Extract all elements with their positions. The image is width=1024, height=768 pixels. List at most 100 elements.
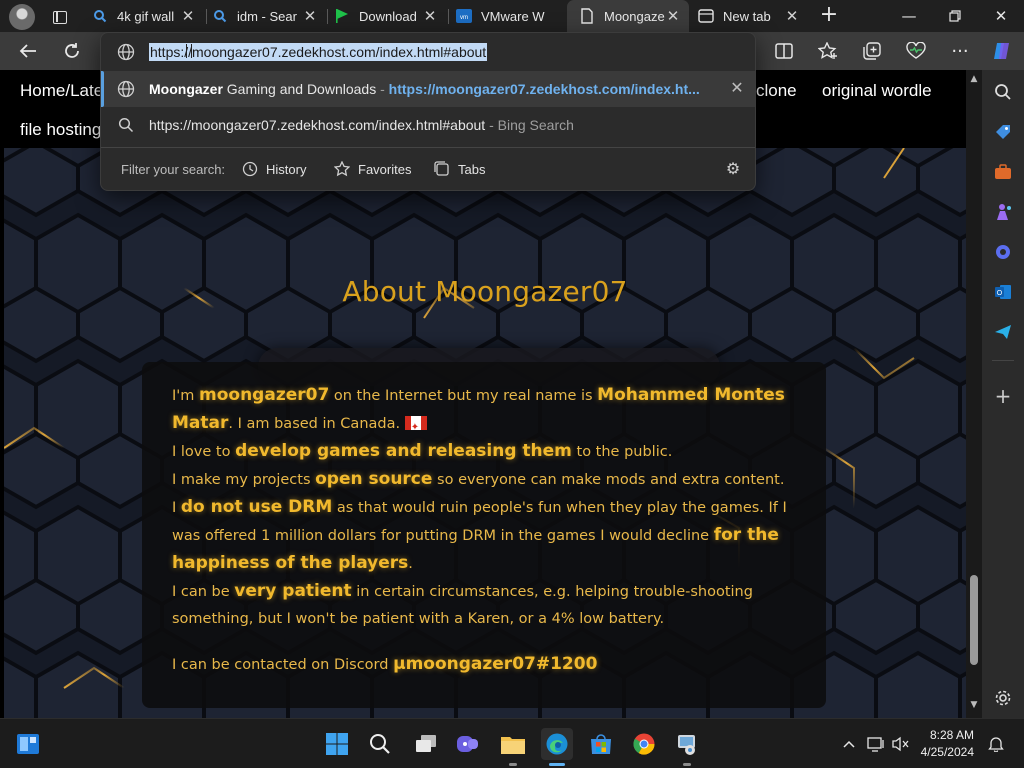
add-sidebar-app-icon[interactable]: + [991, 384, 1015, 408]
microsoft-store-icon[interactable] [585, 728, 617, 760]
tabs-icon [433, 160, 451, 178]
windows-taskbar: 8:28 AM 4/25/2024 [0, 718, 1024, 768]
tab-title: New tab [723, 8, 771, 24]
network-icon[interactable] [867, 735, 885, 753]
tab-title: idm - Sear [237, 8, 297, 24]
refresh-icon[interactable] [58, 38, 86, 64]
nav-link-original-wordle[interactable]: original wordle [822, 81, 932, 101]
shopping-tag-icon[interactable] [991, 120, 1015, 144]
scrollbar-thumb[interactable] [970, 575, 978, 665]
about-line: Matar. I am based in Canada. [172, 410, 796, 441]
suggestion-search[interactable]: https://moongazer07.zedekhost.com/index.… [101, 107, 755, 143]
close-window-icon[interactable]: ✕ [978, 0, 1024, 32]
address-bar-input[interactable]: https://moongazer07.zedekhost.com/index.… [149, 43, 488, 61]
globe-icon [117, 43, 135, 61]
close-tab-icon[interactable]: ✕ [302, 7, 318, 25]
discord-handle: µmoongazer07#1200 [393, 654, 598, 674]
favorites-star-icon[interactable] [814, 38, 842, 64]
volume-muted-icon[interactable] [892, 735, 910, 753]
taskbar-search-icon[interactable] [364, 728, 396, 760]
close-tab-icon[interactable]: ✕ [422, 7, 438, 25]
suggestion-text: https://moongazer07.zedekhost.com/index.… [149, 117, 574, 133]
about-line: happiness of the players. [172, 553, 413, 573]
text-cursor-icon [186, 44, 192, 58]
address-bar-dropdown: https://moongazer07.zedekhost.com/index.… [100, 32, 756, 191]
more-menu-icon[interactable]: ··· [946, 38, 974, 64]
clock-time: 8:28 AM [929, 728, 974, 742]
teams-chat-icon[interactable] [452, 728, 484, 760]
clock-date: 4/25/2024 [920, 745, 974, 759]
nav-link-home[interactable]: Home/Late [20, 81, 103, 101]
system-clock[interactable]: 8:28 AM 4/25/2024 [910, 727, 974, 761]
tab-vmware[interactable]: vm VMware W [456, 0, 566, 32]
minimize-icon[interactable]: — [886, 0, 932, 32]
sidebar-settings-gear-icon[interactable] [991, 686, 1015, 710]
show-hidden-icons-chevron-icon[interactable] [840, 735, 858, 753]
tab-moongazer[interactable]: Moongaze ✕ [567, 0, 689, 32]
new-tab-plus-icon[interactable]: + [817, 4, 841, 28]
tab-idm-search[interactable]: idm - Sear ✕ [212, 0, 326, 32]
edge-browser-icon[interactable] [541, 728, 573, 766]
browser-essentials-icon[interactable] [902, 38, 930, 64]
tab-title: Moongaze [604, 8, 665, 24]
nav-link-file-hosting[interactable]: file hosting [20, 120, 101, 140]
games-figure-icon[interactable] [991, 200, 1015, 224]
outlook-icon[interactable]: O [991, 280, 1015, 304]
about-line: I can be contacted on Discord µmoongazer… [172, 654, 598, 674]
about-line: I love to develop games and releasing th… [172, 441, 673, 461]
remove-suggestion-icon[interactable]: ✕ [727, 79, 747, 99]
search-icon [92, 8, 108, 24]
sidebar-divider [992, 360, 1014, 361]
tab-new-tab[interactable]: New tab ✕ [698, 0, 808, 32]
nav-link-clone[interactable]: clone [756, 81, 797, 101]
suggestion-text: Moongazer Gaming and Downloads - https:/… [149, 81, 700, 97]
search-icon [212, 8, 228, 24]
about-line: I can be very patient in certain circums… [172, 581, 753, 601]
svg-text:O: O [997, 290, 1003, 297]
notifications-icon[interactable] [987, 735, 1005, 753]
suggestion-site[interactable]: Moongazer Gaming and Downloads - https:/… [101, 71, 755, 107]
about-line: was offered 1 million dollars for puttin… [172, 525, 779, 545]
search-icon[interactable] [991, 80, 1015, 104]
file-explorer-icon[interactable] [497, 728, 529, 766]
copilot-sidebar-icon[interactable] [991, 240, 1015, 264]
restore-icon[interactable] [932, 0, 978, 32]
search-icon [117, 116, 135, 134]
filter-tabs-button[interactable]: Tabs [433, 158, 485, 180]
back-arrow-icon[interactable] [14, 38, 42, 64]
widgets-icon[interactable] [12, 728, 44, 760]
tab-download[interactable]: Download ✕ [334, 0, 446, 32]
filter-history-button[interactable]: History [241, 158, 306, 180]
filter-favorites-button[interactable]: Favorites [333, 158, 411, 180]
scroll-up-arrow-icon[interactable]: ▲ [969, 74, 979, 84]
page-scrollbar[interactable]: ▲ ▼ [966, 70, 982, 718]
filter-label: Filter your search: [121, 162, 226, 177]
tools-briefcase-icon[interactable] [991, 160, 1015, 184]
collections-icon[interactable] [858, 38, 886, 64]
tab-4k-gif[interactable]: 4k gif wall ✕ [92, 0, 204, 32]
split-screen-icon[interactable] [770, 38, 798, 64]
copilot-icon[interactable] [988, 38, 1016, 64]
scroll-down-arrow-icon[interactable]: ▼ [969, 700, 979, 710]
edge-sidebar: O + [982, 70, 1024, 718]
chrome-icon[interactable] [628, 728, 660, 760]
close-tab-icon[interactable]: ✕ [665, 7, 681, 25]
history-clock-icon [241, 160, 259, 178]
tab-actions-icon[interactable] [45, 5, 71, 29]
canada-flag-icon [404, 414, 427, 441]
about-line: I do not use DRM as that would ruin peop… [172, 497, 787, 517]
svg-text:vm: vm [460, 15, 468, 21]
close-tab-icon[interactable]: ✕ [784, 7, 800, 25]
search-settings-gear-icon[interactable]: ⚙ [723, 160, 743, 180]
tab-title: VMware W [481, 8, 545, 24]
vmware-app-icon[interactable] [671, 728, 703, 766]
tab-title: 4k gif wall [117, 8, 175, 24]
about-line: I make my projects open source so everyo… [172, 469, 785, 489]
about-heading: About Moongazer07 [342, 275, 628, 308]
profile-avatar[interactable] [9, 4, 35, 30]
address-bar[interactable]: https://moongazer07.zedekhost.com/index.… [101, 33, 755, 71]
close-tab-icon[interactable]: ✕ [180, 7, 196, 25]
task-view-icon[interactable] [410, 728, 442, 760]
send-drop-icon[interactable] [991, 320, 1015, 344]
windows-start-icon[interactable] [321, 728, 353, 760]
